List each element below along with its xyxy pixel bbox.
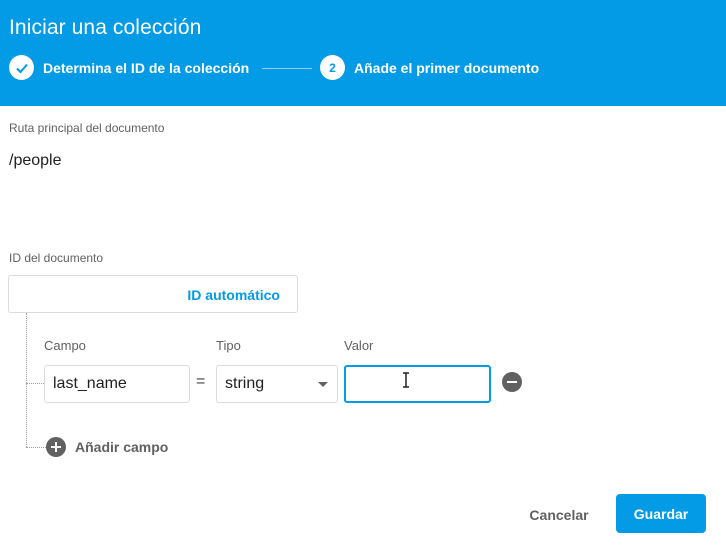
document-id-field[interactable]: ID automático [8, 275, 298, 313]
step-2-number: 2 [320, 55, 345, 80]
add-field-label: Añadir campo [75, 439, 169, 455]
text-cursor-icon [403, 372, 409, 388]
field-value-input[interactable] [344, 365, 491, 403]
check-icon [9, 55, 34, 80]
tree-line [26, 313, 27, 447]
field-name-input[interactable]: last_name [44, 365, 190, 403]
value-column-header: Valor [344, 338, 374, 353]
save-button[interactable]: Guardar [616, 494, 706, 533]
field-type-value: string [225, 375, 265, 392]
auto-id-button[interactable]: ID automático [187, 287, 280, 303]
document-id-label: ID del documento [9, 251, 104, 265]
step-connector [262, 68, 312, 69]
dialog-title: Iniciar una colección [9, 16, 202, 39]
dropdown-arrow-icon [318, 382, 328, 387]
step-2: 2 Añade el primer documento [320, 55, 539, 80]
tree-connector [26, 383, 44, 384]
step-1-label: Determina el ID de la colección [43, 59, 250, 76]
step-1: Determina el ID de la colección [9, 55, 249, 80]
document-path-label: Ruta principal del documento [9, 121, 165, 135]
equals-sign: = [196, 373, 206, 390]
field-column-header: Campo [44, 338, 86, 353]
cancel-button[interactable]: Cancelar [519, 497, 599, 533]
add-circle-icon [46, 437, 66, 457]
remove-field-icon[interactable] [502, 372, 522, 392]
field-type-select[interactable]: string [216, 365, 338, 403]
document-path-value: /people [9, 152, 62, 169]
step-2-label: Añade el primer documento [354, 59, 540, 76]
dialog-header: Iniciar una colección Determina el ID de… [0, 0, 726, 106]
tree-connector [26, 447, 46, 448]
type-column-header: Tipo [216, 338, 241, 353]
add-field-button[interactable]: Añadir campo [46, 437, 168, 457]
